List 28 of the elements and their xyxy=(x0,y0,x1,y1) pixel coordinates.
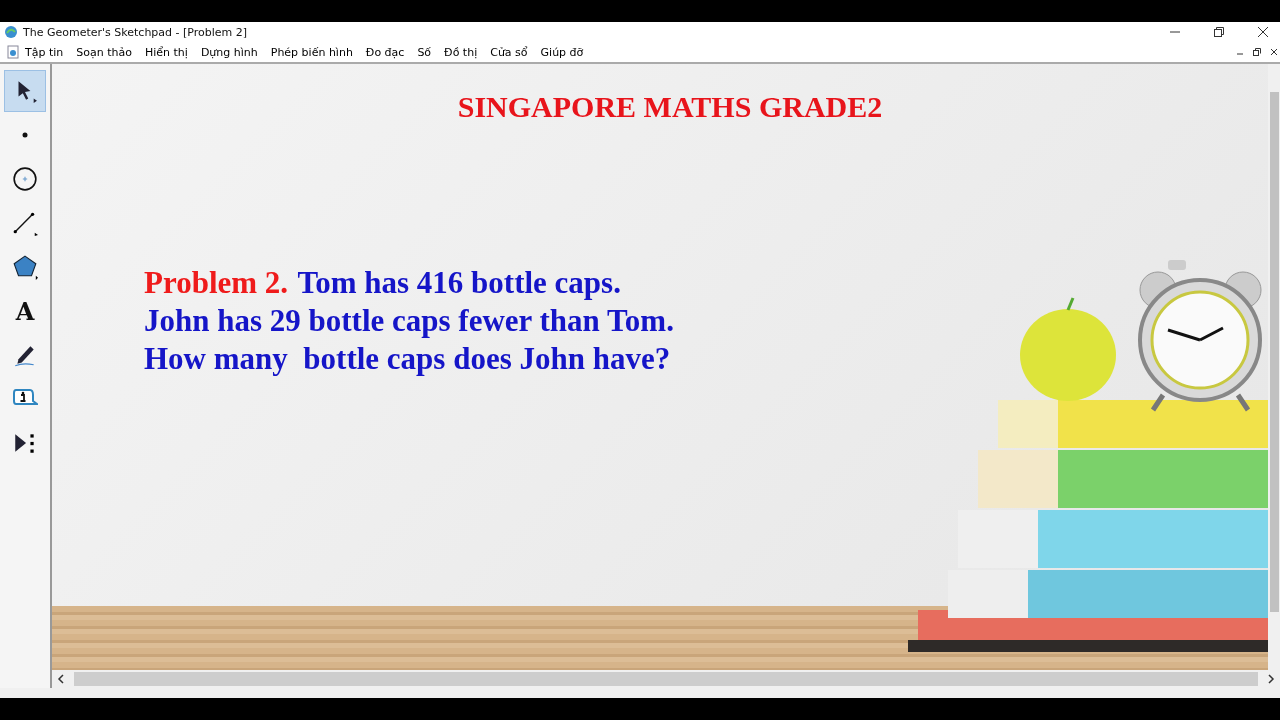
window-title: The Geometer's Sketchpad - [Problem 2] xyxy=(23,25,248,39)
app-icon xyxy=(4,25,18,39)
restore-icon[interactable] xyxy=(1214,27,1224,37)
menu-item[interactable]: Giúp đỡ xyxy=(540,45,584,59)
document-icon[interactable] xyxy=(6,45,20,59)
menu-item[interactable]: Số xyxy=(417,45,432,59)
scroll-left-icon[interactable] xyxy=(56,674,66,684)
circle-icon xyxy=(12,166,38,192)
sketch-title: SINGAPORE MATHS GRADE2 xyxy=(456,90,884,124)
point-icon xyxy=(22,132,28,138)
menu-item[interactable]: Hiển thị xyxy=(144,45,188,59)
menu-item[interactable]: Soạn thảo xyxy=(76,45,132,59)
tool-button[interactable] xyxy=(4,70,46,112)
scroll-right-icon[interactable] xyxy=(1266,674,1276,684)
text-tool-glyph: A xyxy=(15,296,35,326)
menu-item[interactable]: Tập tin xyxy=(25,45,64,59)
menu-item[interactable]: Đo đạc xyxy=(365,45,405,59)
close-icon[interactable] xyxy=(1270,48,1278,56)
close-icon[interactable] xyxy=(1258,27,1268,37)
tool-button[interactable]: A xyxy=(4,290,46,332)
restore-icon[interactable] xyxy=(1253,48,1261,56)
menu-item[interactable]: Dựng hình xyxy=(200,45,258,59)
menu-item[interactable]: Phép biến hình xyxy=(270,45,353,59)
line-icon xyxy=(12,210,38,236)
problem-text: Problem 2. Tom has 416 bottle caps. John has 29 bottle caps fewer than Tom. How many bottle caps does John have? xyxy=(144,264,675,378)
menu-item[interactable]: Cửa sổ xyxy=(490,45,528,59)
menu-item[interactable]: Đồ thị xyxy=(444,45,478,59)
polygon-icon xyxy=(12,254,38,280)
